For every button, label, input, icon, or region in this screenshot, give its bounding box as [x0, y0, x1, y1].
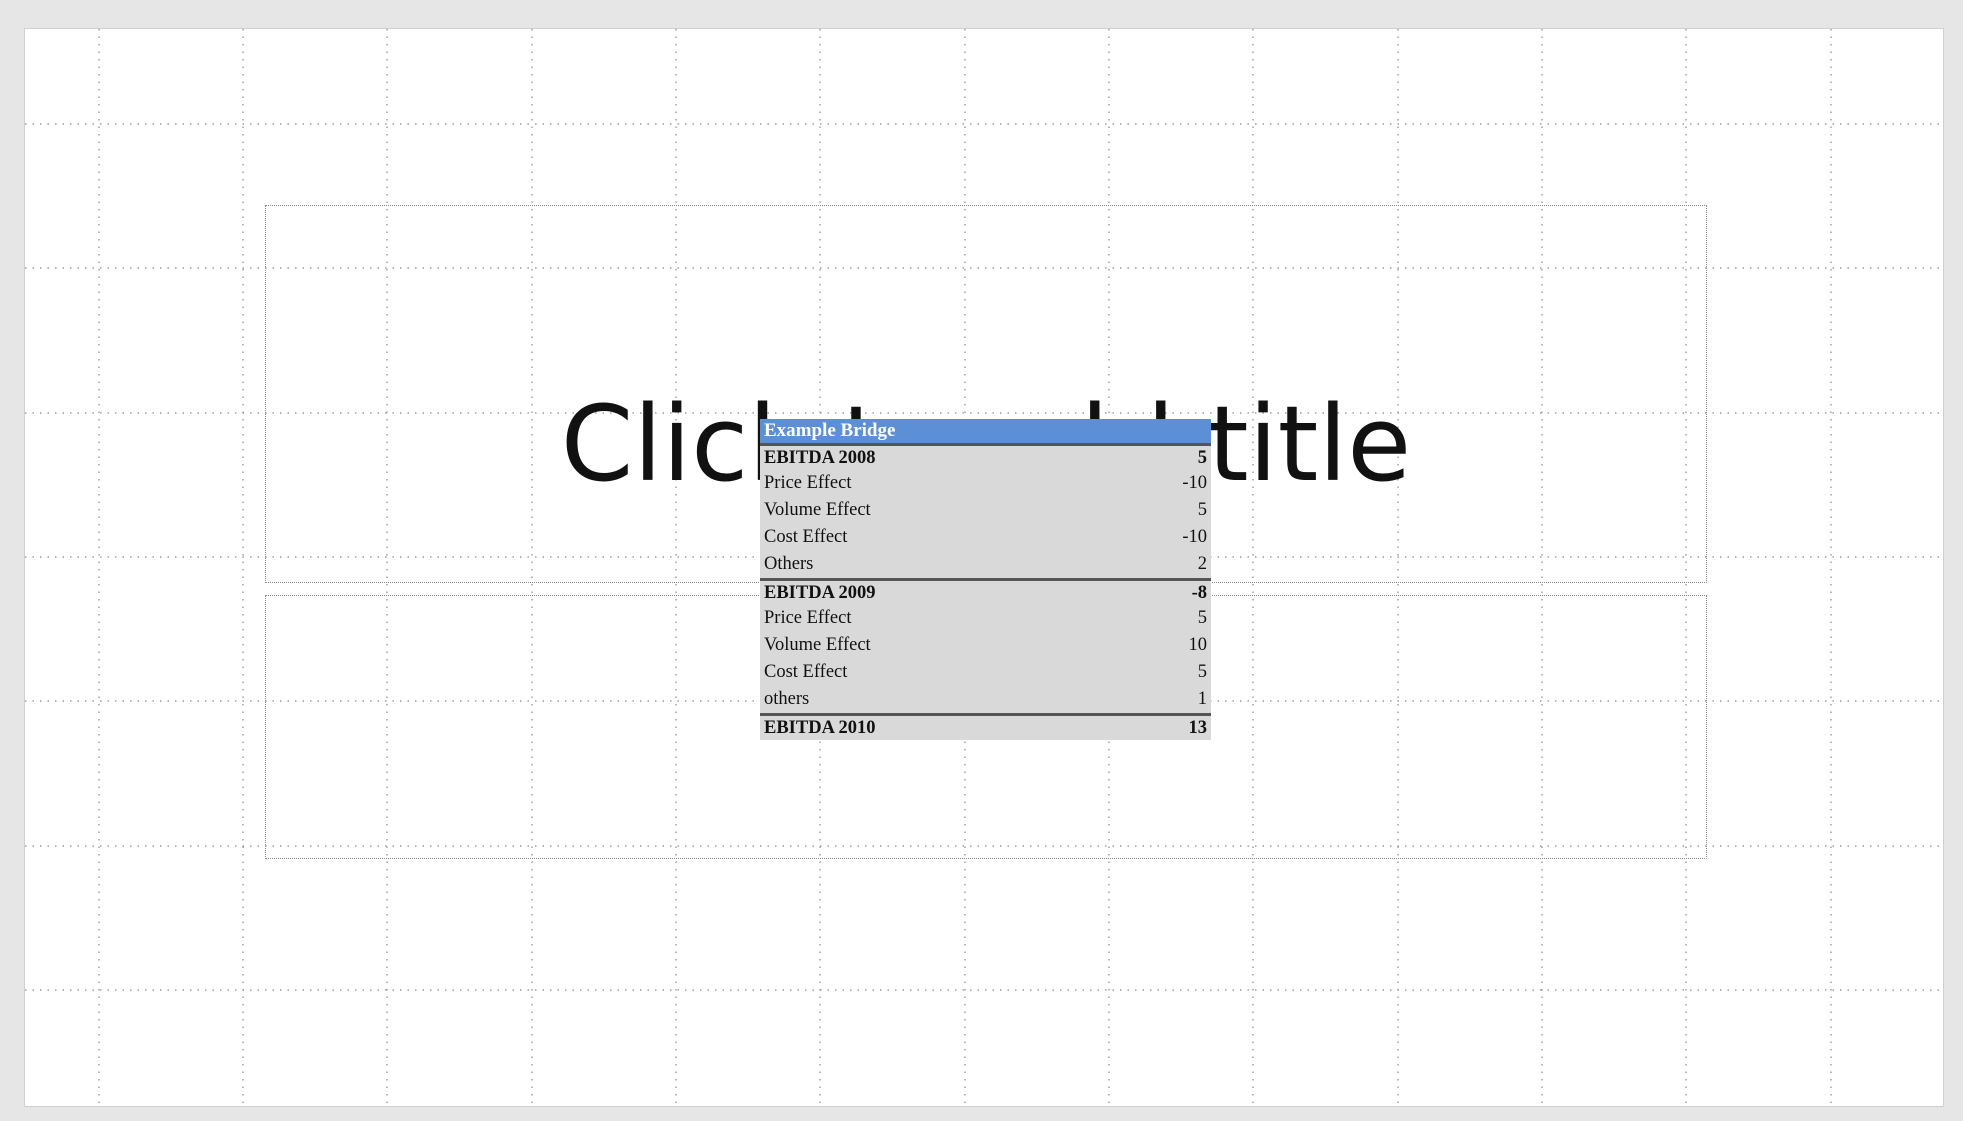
bridge-effect-row: Others 2: [760, 551, 1211, 578]
bridge-row-label: Volume Effect: [764, 635, 871, 655]
bridge-row-value: 1: [1197, 689, 1207, 709]
bridge-row-label: EBITDA 2008: [764, 448, 876, 468]
bridge-row-value: -10: [1182, 473, 1207, 493]
bridge-row-label: EBITDA 2009: [764, 583, 876, 603]
bridge-effect-row: Price Effect 5: [760, 605, 1211, 632]
bridge-row-value: 5: [1197, 608, 1207, 628]
slide-canvas[interactable]: Click to add title Example Bridge EBITDA…: [24, 28, 1944, 1107]
bridge-effect-row: others 1: [760, 686, 1211, 713]
bridge-row-label: Price Effect: [764, 473, 852, 493]
bridge-row-value: 5: [1197, 500, 1207, 520]
bridge-table[interactable]: Example Bridge EBITDA 2008 5 Price Effect -…: [760, 419, 1211, 740]
bridge-row-label: others: [764, 689, 810, 709]
bridge-row-label: EBITDA 2010: [764, 718, 876, 738]
bridge-total-row: EBITDA 2008 5: [760, 443, 1211, 470]
bridge-total-row: EBITDA 2010 13: [760, 713, 1211, 740]
bridge-effect-row: Cost Effect -10: [760, 524, 1211, 551]
bridge-row-value: 5: [1197, 662, 1207, 682]
bridge-row-label: Cost Effect: [764, 527, 848, 547]
bridge-effect-row: Volume Effect 5: [760, 497, 1211, 524]
bridge-row-label: Price Effect: [764, 608, 852, 628]
bridge-row-label: Others: [764, 554, 814, 574]
bridge-table-title: Example Bridge: [760, 419, 1211, 443]
bridge-row-label: Volume Effect: [764, 500, 871, 520]
bridge-row-value: 2: [1197, 554, 1207, 574]
bridge-row-value: 10: [1188, 635, 1208, 655]
bridge-effect-row: Price Effect -10: [760, 470, 1211, 497]
bridge-total-row: EBITDA 2009 -8: [760, 578, 1211, 605]
bridge-row-value: 13: [1188, 718, 1208, 738]
bridge-effect-row: Volume Effect 10: [760, 632, 1211, 659]
bridge-effect-row: Cost Effect 5: [760, 659, 1211, 686]
bridge-row-value: 5: [1197, 448, 1207, 468]
bridge-row-label: Cost Effect: [764, 662, 848, 682]
bridge-row-value: -8: [1191, 583, 1207, 603]
bridge-row-value: -10: [1182, 527, 1207, 547]
